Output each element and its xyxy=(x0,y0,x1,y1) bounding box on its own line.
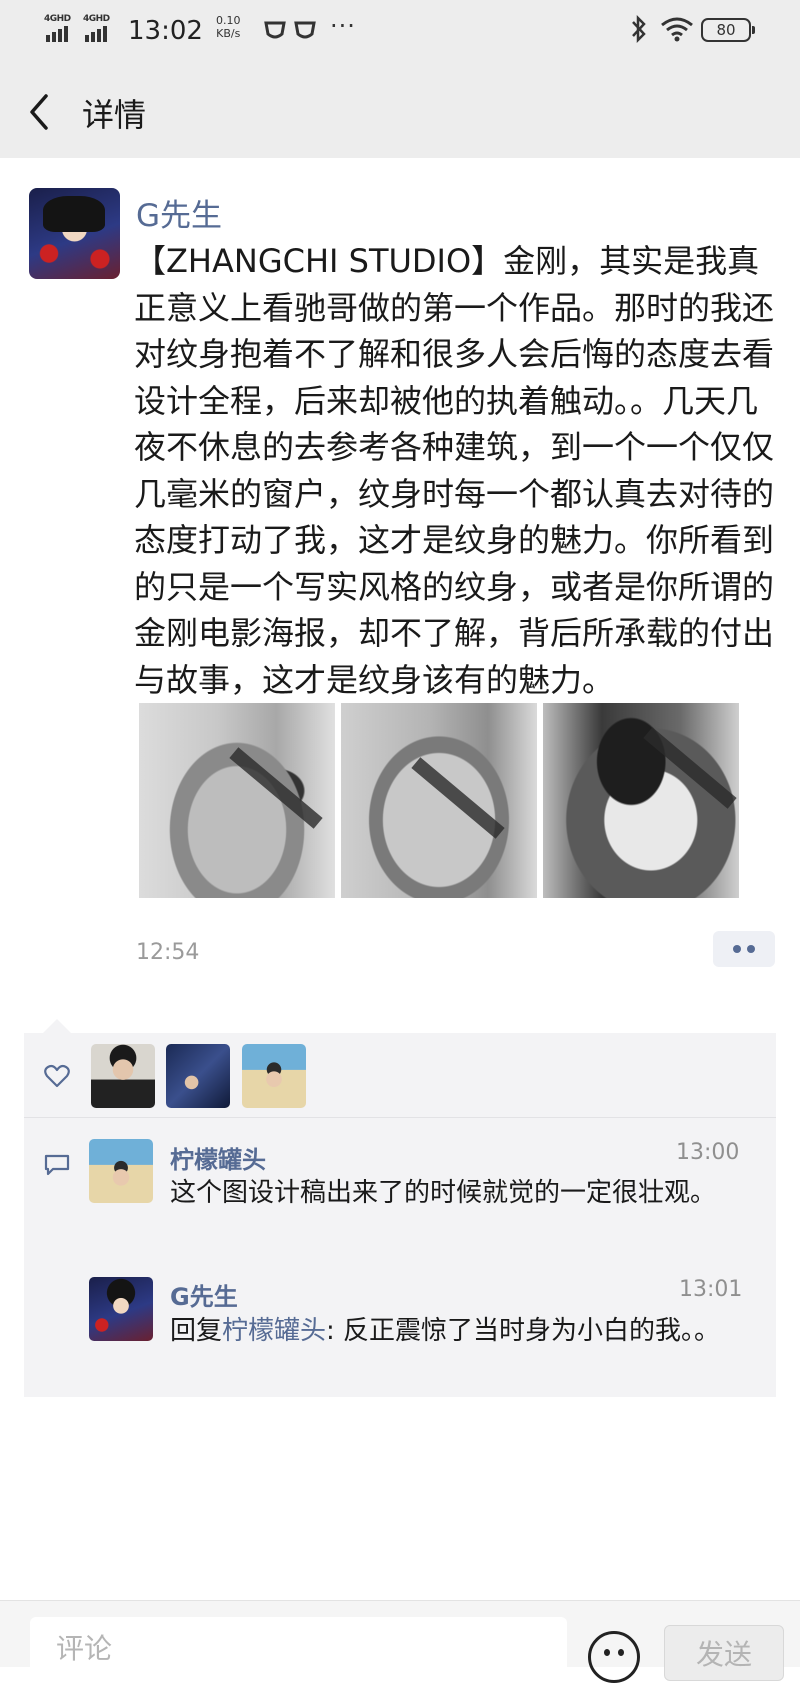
back-button[interactable] xyxy=(22,90,62,134)
send-button[interactable]: 发送 xyxy=(664,1625,784,1681)
post-timestamp: 12:54 xyxy=(136,940,200,965)
more-notifications-icon: ··· xyxy=(330,12,356,40)
nav-bar: 详情 xyxy=(0,64,800,158)
reply-prefix: 回复 xyxy=(170,1316,223,1346)
comment-author[interactable]: G先生 xyxy=(170,1277,238,1312)
app-notification-icon xyxy=(264,21,286,39)
signal-1-label: 4GHD xyxy=(44,14,71,24)
comment-avatar[interactable] xyxy=(89,1139,153,1203)
like-avatar-3[interactable] xyxy=(242,1044,306,1108)
comment-reply-text[interactable]: 回复柠檬罐头: 反正震惊了当时身为小白的我。。 xyxy=(170,1312,755,1351)
reply-target-name[interactable]: 柠檬罐头 xyxy=(222,1316,326,1346)
signal-1-icon: 4GHD xyxy=(44,14,80,44)
reply-body: : 反正震惊了当时身为小白的我。。 xyxy=(326,1316,721,1346)
clock: 13:02 xyxy=(128,16,203,46)
comment-input-placeholder: 评论 xyxy=(56,1632,113,1665)
comment-avatar[interactable] xyxy=(89,1277,153,1341)
post-photo-1[interactable] xyxy=(139,703,335,898)
signal-2-label: 4GHD xyxy=(83,14,110,24)
comment-icon xyxy=(44,1154,70,1176)
post-text: 【ZHANGCHI STUDIO】金刚，其实是我真正意义上看驰哥做的第一个作品。… xyxy=(134,242,775,699)
author-avatar[interactable] xyxy=(29,188,120,279)
comment-text[interactable]: 这个图设计稿出来了的时候就觉的一定很壮观。 xyxy=(170,1174,755,1213)
bluetooth-icon xyxy=(632,14,646,44)
signal-2-icon: 4GHD xyxy=(83,14,119,44)
network-speed-value: 0.10 xyxy=(216,14,241,27)
emoji-button[interactable] xyxy=(588,1631,640,1683)
post-photo-2[interactable] xyxy=(341,703,537,898)
comment-timestamp: 13:01 xyxy=(679,1277,743,1302)
page-title: 详情 xyxy=(82,96,147,134)
post-photo-3[interactable] xyxy=(543,703,739,898)
panel-pointer xyxy=(43,1019,71,1033)
divider xyxy=(24,1117,776,1118)
heart-icon xyxy=(44,1064,70,1088)
battery-indicator: 80 xyxy=(701,18,755,42)
network-speed: 0.10 KB/s xyxy=(216,14,241,40)
comment-timestamp: 13:00 xyxy=(676,1140,740,1165)
comment-input-bar: 评论 发送 xyxy=(0,1600,800,1683)
author-name[interactable]: G先生 xyxy=(136,190,222,235)
like-avatar-1[interactable] xyxy=(91,1044,155,1108)
wifi-icon xyxy=(661,17,693,42)
photo-grid xyxy=(139,703,744,898)
more-options-button[interactable] xyxy=(713,931,775,967)
like-avatar-2[interactable] xyxy=(166,1044,230,1108)
comment-author[interactable]: 柠檬罐头 xyxy=(170,1140,266,1175)
status-bar: 4GHD 4GHD 13:02 0.10 KB/s ··· 80 xyxy=(0,0,800,64)
more-dot-icon xyxy=(747,945,755,953)
app-notification-2-icon xyxy=(294,21,316,39)
network-speed-unit: KB/s xyxy=(216,27,241,40)
more-dot-icon xyxy=(733,945,741,953)
chevron-left-icon xyxy=(30,94,48,130)
